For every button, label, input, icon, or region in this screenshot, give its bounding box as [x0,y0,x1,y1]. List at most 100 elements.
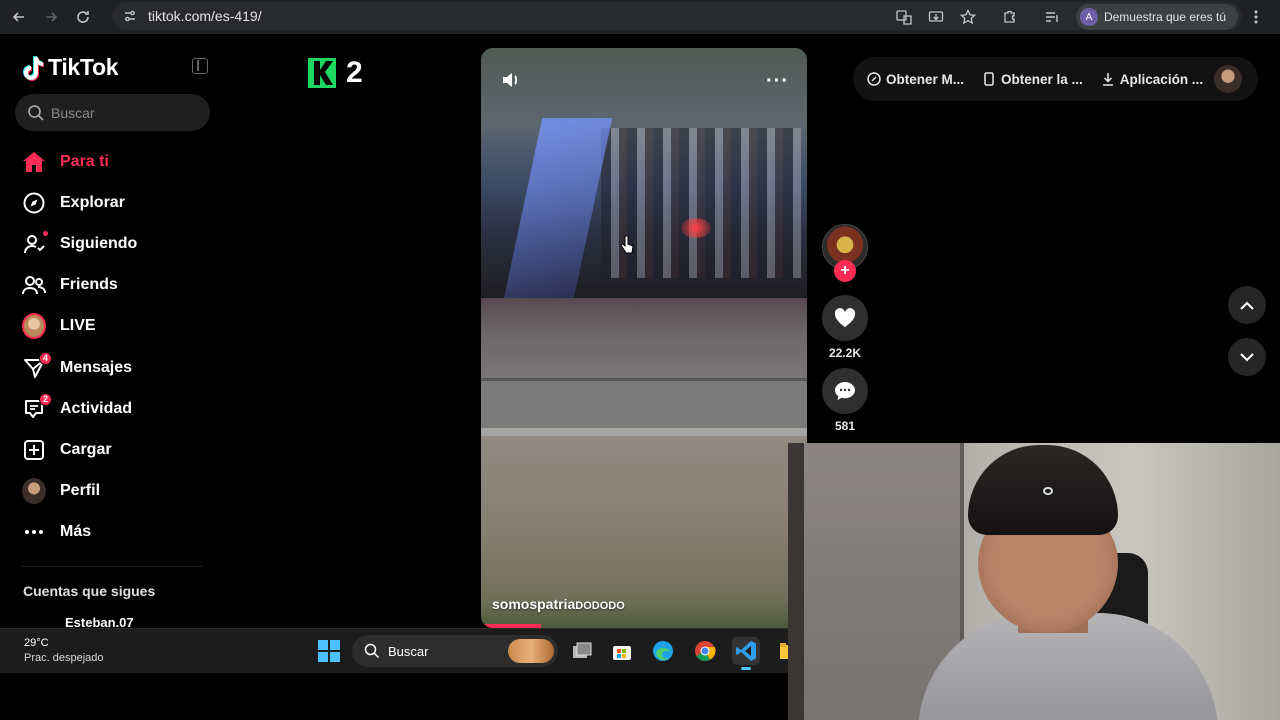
k2-number: 2 [346,56,363,89]
weather-description[interactable]: Prac. despejado [24,652,104,664]
pill-label: Obtener M... [886,71,965,87]
browser-toolbar: tiktok.com/es-419/ A Demuestra que eres … [0,0,1280,34]
menu-item-label: Actividad [60,399,133,417]
menu-item-label: Perfil [60,482,101,500]
friends-icon [22,273,46,297]
video-frame-street [481,298,807,378]
messages-icon: 4 [22,351,52,380]
get-app-button[interactable]: Obtener la ... [982,72,1083,87]
search-icon [364,643,380,659]
following-icon [22,230,48,256]
windows-start-icon[interactable] [318,640,340,662]
search-highlight-image [508,639,554,663]
menu-item-label: Friends [60,276,118,294]
install-icon[interactable] [922,3,950,31]
extensions-icon[interactable] [996,3,1024,31]
cap-logo-icon [1043,487,1053,495]
taskbar-search[interactable]: Buscar [352,635,558,667]
tiktok-note-icon [23,55,44,81]
coin-icon [867,72,881,86]
tiktok-logo[interactable]: TikTok [22,54,119,81]
menu-item-mensajes[interactable]: 4 Mensajes [0,347,225,388]
previous-video-button[interactable] [1228,286,1266,324]
search-input[interactable] [51,104,191,121]
video-more-icon[interactable]: ··· [766,70,789,93]
get-coins-button[interactable]: Obtener M... [867,72,964,87]
follow-plus-icon[interactable]: + [834,260,856,282]
like-count: 22.2K [828,346,862,360]
next-video-button[interactable] [1228,338,1266,376]
chevron-down-icon [1240,352,1254,361]
forward-icon[interactable] [38,4,64,30]
microsoft-store-icon[interactable] [608,637,636,665]
chevron-up-icon [1240,301,1254,310]
heart-icon [834,308,856,327]
weather-temperature[interactable]: 29°C [24,637,49,649]
video-frame-crowd [601,128,801,278]
vscode-icon[interactable] [732,637,760,670]
star-icon[interactable] [954,3,982,31]
video-frame-curb [481,428,807,436]
author-name: somospatria [492,596,576,612]
menu-item-siguiendo[interactable]: Siguiendo [0,223,225,264]
activity-badge: 2 [39,392,52,406]
profile-button[interactable]: A Demuestra que eres tú [1075,4,1238,30]
sidebar-divider [22,566,202,567]
webcam-door-frame [788,443,804,720]
main-menu: Para ti Explorar Siguiendo Friends LIVE [0,141,225,553]
menu-item-label: Siguiendo [60,234,138,252]
menu-item-mas[interactable]: Más [0,512,225,553]
author-suffix: DODODO [575,600,625,612]
site-settings-icon[interactable] [120,6,140,26]
following-section-title: Cuentas que sigues [23,583,156,599]
comment-icon [835,382,855,400]
menu-item-para-ti[interactable]: Para ti [0,141,225,182]
menu-item-cargar[interactable]: Cargar [0,429,225,470]
task-view-icon[interactable] [568,637,596,665]
back-icon[interactable] [6,4,32,30]
activity-icon: 2 [22,392,52,421]
search-icon [28,104,44,121]
home-icon [22,150,46,174]
download-icon [1101,72,1115,86]
sidebar: TikTok Para ti Explorar Siguiendo [0,34,225,630]
menu-item-live[interactable]: LIVE [0,306,225,347]
profile-label: Demuestra que eres tú [1103,10,1226,24]
translate-icon[interactable] [890,3,918,31]
pill-label: Obtener la ... [1001,71,1083,87]
url-text[interactable]: tiktok.com/es-419/ [148,8,262,24]
profile-initial-avatar: A [1079,8,1098,26]
menu-item-actividad[interactable]: 2 Actividad [0,388,225,429]
video-player[interactable]: ··· somospatriaDODODO [481,48,807,628]
new-content-dot [43,230,48,236]
profile-avatar-icon [22,478,46,505]
search-box[interactable] [15,94,210,131]
menu-item-label: Cargar [60,440,112,458]
video-frame-siren [681,218,711,238]
video-author[interactable]: somospatriaDODODO [492,596,625,612]
media-controls-icon[interactable] [1038,3,1066,31]
chrome-icon[interactable] [691,637,719,665]
menu-item-label: Más [60,523,92,541]
taskbar-search-label: Buscar [388,643,429,659]
menu-item-perfil[interactable]: Perfil [0,471,225,512]
edge-icon[interactable] [649,637,677,665]
k2-logo: 2 [308,56,363,90]
menu-item-label: LIVE [60,317,96,335]
hand-cursor-icon [620,235,634,254]
kebab-menu-icon[interactable] [1242,3,1270,31]
more-icon [22,520,46,544]
menu-item-friends[interactable]: Friends [0,265,225,306]
user-avatar[interactable] [1214,65,1242,93]
desktop-app-button[interactable]: Aplicación ... [1101,72,1203,87]
live-avatar-icon [22,313,46,340]
comment-button[interactable] [822,368,868,414]
reload-icon[interactable] [70,4,96,30]
like-button[interactable] [822,295,868,341]
menu-item-label: Para ti [60,152,109,170]
windows-taskbar: 29°C Prac. despejado Buscar [0,628,794,673]
menu-item-explorar[interactable]: Explorar [0,182,225,223]
phone-icon [982,72,996,86]
volume-icon[interactable] [501,70,521,90]
collapse-sidebar-icon[interactable] [192,58,208,74]
